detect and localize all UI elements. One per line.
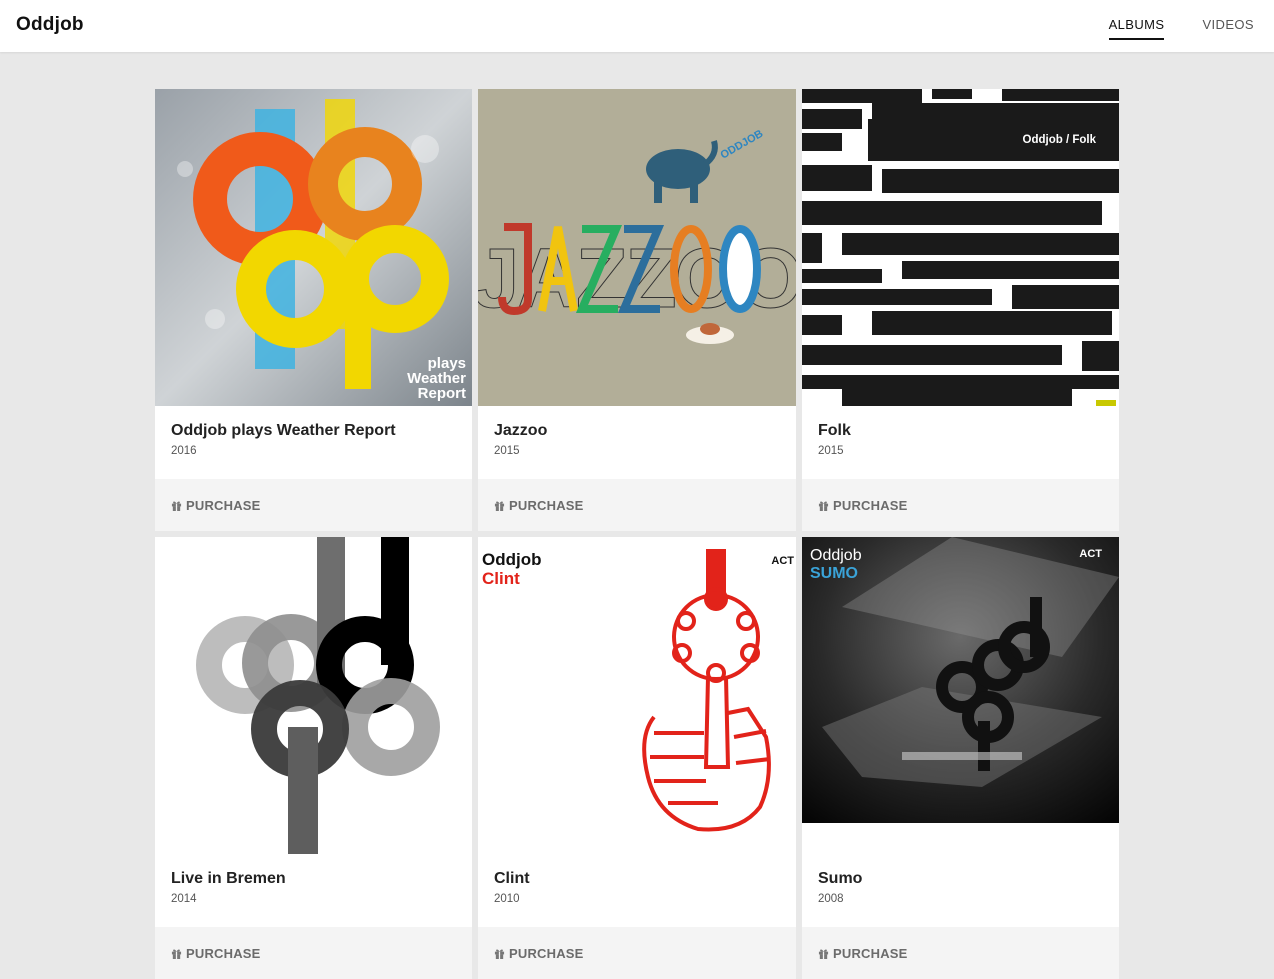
album-card: Live in Bremen 2014 PURCHASE xyxy=(155,537,472,979)
album-title[interactable]: Jazzoo xyxy=(494,406,780,440)
album-year: 2014 xyxy=(171,893,197,905)
album-actions: PURCHASE xyxy=(802,927,1119,979)
album-year: 2010 xyxy=(494,893,520,905)
album-grid: plays Weather Report Oddjob plays Weathe… xyxy=(155,89,1119,979)
album-title[interactable]: Sumo xyxy=(818,854,1103,888)
main-nav: ALBUMS VIDEOS xyxy=(1108,17,1254,40)
gift-icon xyxy=(171,949,182,959)
album-card: plays Weather Report Oddjob plays Weathe… xyxy=(155,89,472,531)
purchase-label: PURCHASE xyxy=(833,945,908,961)
album-card: Oddjob SUMO ACT Sumo 2008 PURCHASE xyxy=(802,537,1119,979)
cover-text-clint: Clint xyxy=(482,569,520,588)
nav-albums[interactable]: ALBUMS xyxy=(1108,17,1165,40)
album-cover-sumo[interactable]: Oddjob SUMO ACT xyxy=(802,537,1119,823)
album-year: 2008 xyxy=(818,893,844,905)
album-card: Oddjob / Folk Folk 2015 PURCHASE xyxy=(802,89,1119,531)
top-bar: Oddjob ALBUMS VIDEOS xyxy=(0,0,1274,52)
album-cover-weather-report[interactable]: plays Weather Report xyxy=(155,89,472,406)
album-title[interactable]: Clint xyxy=(494,854,780,888)
gift-icon xyxy=(818,501,829,511)
nav-videos[interactable]: VIDEOS xyxy=(1202,17,1254,40)
album-actions: PURCHASE xyxy=(802,479,1119,531)
gift-icon xyxy=(818,949,829,959)
album-cover-folk[interactable]: Oddjob / Folk xyxy=(802,89,1119,406)
purchase-label: PURCHASE xyxy=(186,497,261,513)
purchase-button[interactable]: PURCHASE xyxy=(494,498,584,513)
purchase-button[interactable]: PURCHASE xyxy=(818,498,908,513)
album-cover-clint[interactable]: Oddjob Clint ACT xyxy=(478,537,796,854)
album-title[interactable]: Folk xyxy=(818,406,1103,440)
album-year: 2015 xyxy=(818,445,844,457)
album-actions: PURCHASE xyxy=(155,927,472,979)
cover-spacer xyxy=(802,823,1119,854)
gift-icon xyxy=(171,501,182,511)
album-meta: Folk 2015 xyxy=(802,406,1119,479)
album-actions: PURCHASE xyxy=(478,927,796,979)
album-meta: Oddjob plays Weather Report 2016 xyxy=(155,406,472,479)
album-meta: Live in Bremen 2014 xyxy=(155,854,472,927)
album-actions: PURCHASE xyxy=(155,479,472,531)
cover-text-act: ACT xyxy=(771,555,794,567)
cover-text-act: ACT xyxy=(1079,548,1102,560)
album-title[interactable]: Live in Bremen xyxy=(171,854,456,888)
album-meta: Jazzoo 2015 xyxy=(478,406,796,479)
cover-text-oddjob: Oddjob xyxy=(810,547,862,564)
purchase-button[interactable]: PURCHASE xyxy=(171,946,261,961)
purchase-label: PURCHASE xyxy=(186,945,261,961)
album-year: 2015 xyxy=(494,445,520,457)
gift-icon xyxy=(494,501,505,511)
album-cover-live-in-bremen[interactable] xyxy=(155,537,472,854)
album-title[interactable]: Oddjob plays Weather Report xyxy=(171,406,456,440)
cover-text-report: Report xyxy=(418,385,466,402)
cover-text-sumo: SUMO xyxy=(810,565,858,582)
purchase-label: PURCHASE xyxy=(509,945,584,961)
album-meta: Clint 2010 xyxy=(478,854,796,927)
purchase-label: PURCHASE xyxy=(833,497,908,513)
purchase-button[interactable]: PURCHASE xyxy=(171,498,261,513)
album-cover-jazzoo[interactable]: JAZZOO ODDJOB xyxy=(478,89,796,406)
album-actions: PURCHASE xyxy=(478,479,796,531)
cover-text-oddjob: Oddjob xyxy=(482,550,541,569)
album-year: 2016 xyxy=(171,445,197,457)
purchase-button[interactable]: PURCHASE xyxy=(818,946,908,961)
album-meta: Sumo 2008 xyxy=(802,854,1119,927)
purchase-button[interactable]: PURCHASE xyxy=(494,946,584,961)
album-card: JAZZOO ODDJOB Jazzoo 2015 PURCHASE xyxy=(478,89,796,531)
brand-logo[interactable]: Oddjob xyxy=(16,14,84,36)
album-card: Oddjob Clint ACT Clint 2010 PURCHASE xyxy=(478,537,796,979)
gift-icon xyxy=(494,949,505,959)
purchase-label: PURCHASE xyxy=(509,497,584,513)
cover-text-folk: Oddjob / Folk xyxy=(1023,134,1097,146)
